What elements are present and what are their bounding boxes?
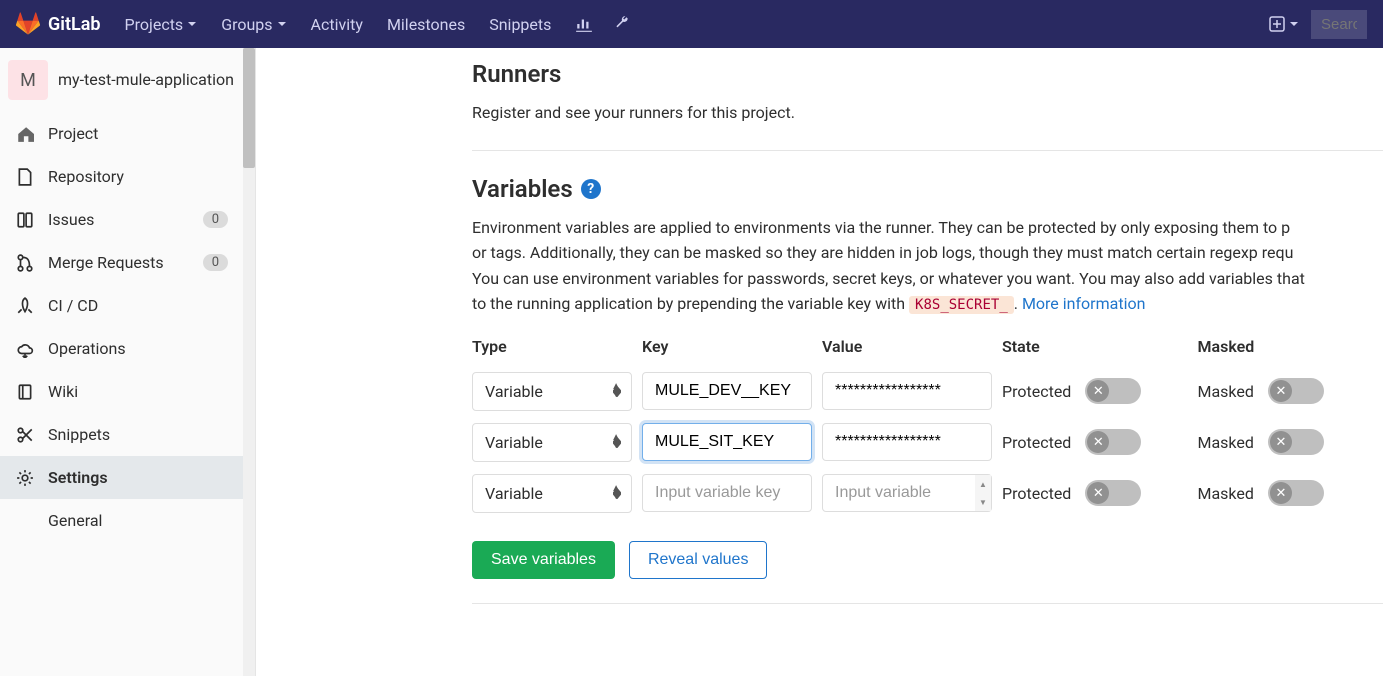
sidebar-item-label: Snippets — [48, 425, 110, 444]
more-info-link[interactable]: More information — [1022, 294, 1145, 313]
col-masked: Masked — [1198, 337, 1383, 360]
state-label: Protected — [1002, 382, 1071, 401]
merge-icon — [16, 254, 34, 272]
chart-icon[interactable] — [575, 15, 593, 33]
rocket-icon — [16, 297, 34, 315]
col-type: Type — [472, 337, 632, 360]
key-input[interactable] — [642, 474, 812, 512]
masked-toggle[interactable]: ✕ — [1268, 480, 1324, 506]
count-badge: 0 — [203, 254, 228, 271]
runners-desc: Register and see your runners for this p… — [472, 100, 1383, 126]
sidebar-sub-general[interactable]: General — [0, 499, 244, 542]
sidebar-item-project[interactable]: Project — [0, 112, 244, 155]
sidebar-item-label: Wiki — [48, 382, 78, 401]
book-icon — [16, 383, 34, 401]
search-input[interactable] — [1311, 10, 1367, 39]
sidebar-item-repository[interactable]: Repository — [0, 155, 244, 198]
key-input[interactable] — [642, 372, 812, 410]
sidebar-item-label: Repository — [48, 167, 124, 186]
project-avatar: M — [8, 60, 48, 100]
nav-milestones[interactable]: Milestones — [387, 15, 465, 34]
sidebar-item-label: Project — [48, 124, 98, 143]
sidebar-item-operations[interactable]: Operations — [0, 327, 244, 370]
value-input[interactable] — [822, 423, 992, 461]
nav-projects[interactable]: Projects — [125, 15, 198, 34]
sidebar-item-settings[interactable]: Settings — [0, 456, 244, 499]
chevron-down-icon — [277, 19, 287, 29]
close-icon: ✕ — [1270, 482, 1292, 504]
home-icon — [16, 125, 34, 143]
type-select[interactable]: Variable▲▼ — [472, 372, 632, 411]
variables-table: Type Key Value State Masked Variable▲▼ Pr… — [472, 337, 1383, 513]
protected-toggle[interactable]: ✕ — [1085, 378, 1141, 404]
variables-title: Variables ? — [472, 175, 1383, 203]
state-label: Protected — [1002, 484, 1071, 503]
masked-toggle[interactable]: ✕ — [1268, 378, 1324, 404]
variables-desc: Environment variables are applied to env… — [472, 215, 1383, 317]
sidebar-item-issues[interactable]: Issues 0 — [0, 198, 244, 241]
cloud-icon — [16, 340, 34, 358]
value-input[interactable] — [822, 474, 992, 512]
close-icon: ✕ — [1087, 431, 1109, 453]
key-input[interactable] — [642, 423, 812, 461]
chevron-down-icon — [187, 19, 197, 29]
close-icon: ✕ — [1087, 380, 1109, 402]
new-button[interactable] — [1269, 16, 1299, 32]
close-icon: ✕ — [1270, 380, 1292, 402]
sidebar-item-label: CI / CD — [48, 296, 98, 315]
sidebar-item-merge-requests[interactable]: Merge Requests 0 — [0, 241, 244, 284]
chevron-down-icon — [1289, 19, 1299, 29]
col-value: Value — [822, 337, 992, 360]
masked-label: Masked — [1198, 382, 1254, 401]
sidebar-item-wiki[interactable]: Wiki — [0, 370, 244, 413]
type-select[interactable]: Variable▲▼ — [472, 423, 632, 462]
close-icon: ✕ — [1270, 431, 1292, 453]
sidebar-item-label: Settings — [48, 468, 108, 487]
sidebar-scrollbar[interactable] — [243, 48, 255, 676]
col-state: State — [1002, 337, 1188, 360]
masked-label: Masked — [1198, 484, 1254, 503]
sidebar-item-label: Merge Requests — [48, 253, 164, 272]
sidebar-item-label: Operations — [48, 339, 126, 358]
type-select[interactable]: Variable▲▼ — [472, 474, 632, 513]
k8s-secret-code: K8S_SECRET_ — [909, 296, 1014, 314]
gitlab-logo-icon — [16, 12, 40, 36]
resize-handle[interactable]: ▲▼ — [975, 475, 991, 511]
close-icon: ✕ — [1087, 482, 1109, 504]
wrench-icon[interactable] — [613, 15, 631, 33]
sidebar-item-ci-cd[interactable]: CI / CD — [0, 284, 244, 327]
button-row: Save variables Reveal values — [472, 541, 1383, 579]
sidebar-item-label: Issues — [48, 210, 94, 229]
save-variables-button[interactable]: Save variables — [472, 541, 615, 579]
top-nav: GitLab Projects Groups Activity Mileston… — [0, 0, 1383, 48]
section-divider — [472, 603, 1383, 604]
sidebar: M my-test-mule-application Project Reposi… — [0, 48, 256, 676]
plus-square-icon — [1269, 16, 1285, 32]
col-key: Key — [642, 337, 812, 360]
brand-name[interactable]: GitLab — [48, 14, 101, 35]
masked-toggle[interactable]: ✕ — [1268, 429, 1324, 455]
sidebar-item-snippets[interactable]: Snippets — [0, 413, 244, 456]
main-content: Runners Register and see your runners fo… — [256, 48, 1383, 676]
issues-icon — [16, 211, 34, 229]
protected-toggle[interactable]: ✕ — [1085, 480, 1141, 506]
reveal-values-button[interactable]: Reveal values — [629, 541, 768, 579]
nav-groups[interactable]: Groups — [221, 15, 286, 34]
scissors-icon — [16, 426, 34, 444]
help-icon[interactable]: ? — [581, 179, 601, 199]
count-badge: 0 — [203, 211, 228, 228]
protected-toggle[interactable]: ✕ — [1085, 429, 1141, 455]
runners-title: Runners — [472, 60, 1383, 88]
doc-icon — [16, 168, 34, 186]
project-name: my-test-mule-application — [58, 70, 234, 91]
nav-activity[interactable]: Activity — [311, 15, 363, 34]
section-divider — [472, 150, 1383, 151]
state-label: Protected — [1002, 433, 1071, 452]
project-header[interactable]: M my-test-mule-application — [0, 48, 244, 112]
masked-label: Masked — [1198, 433, 1254, 452]
nav-snippets[interactable]: Snippets — [489, 15, 551, 34]
gear-icon — [16, 469, 34, 487]
value-input[interactable] — [822, 372, 992, 410]
